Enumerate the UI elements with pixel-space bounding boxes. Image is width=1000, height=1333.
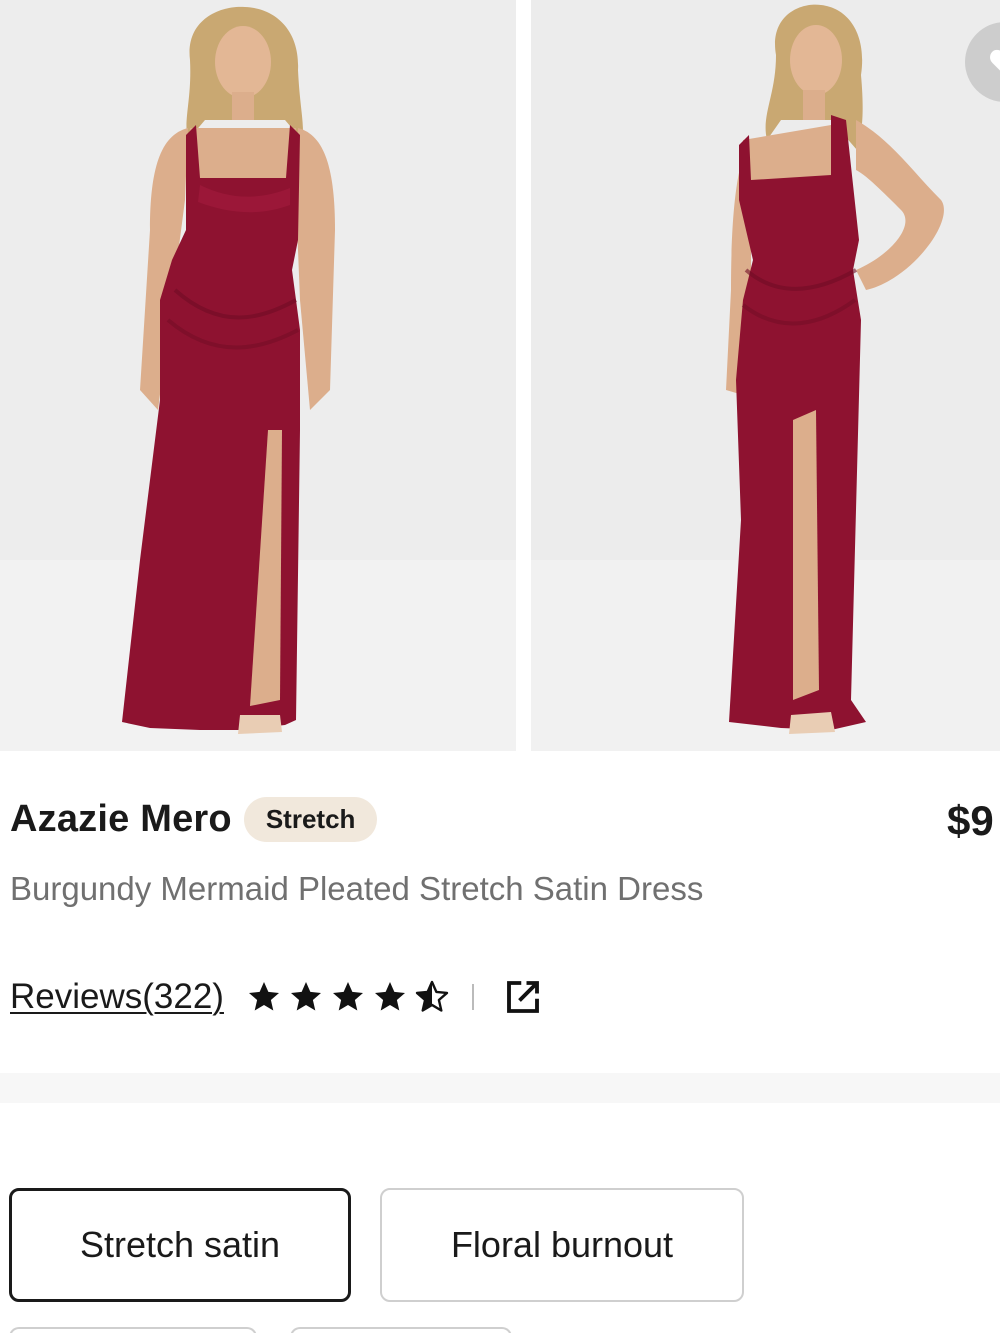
reviews-row: Reviews(322)	[10, 975, 544, 1019]
stretch-tag: Stretch	[243, 797, 378, 842]
product-image-side[interactable]	[531, 0, 1000, 751]
fabric-option-floral-burnout[interactable]: Floral burnout	[380, 1188, 744, 1302]
half-star-icon	[415, 980, 449, 1012]
brand-row: Azazie Mero Stretch	[10, 797, 378, 842]
rating-stars	[246, 979, 450, 1015]
product-title: Burgundy Mermaid Pleated Stretch Satin D…	[10, 870, 704, 907]
option-button-partial[interactable]	[9, 1327, 257, 1333]
divider	[471, 984, 474, 1010]
fabric-option-label: Stretch satin	[79, 1224, 281, 1265]
star-icon	[290, 982, 321, 1011]
product-image-front[interactable]	[0, 0, 516, 751]
fabric-option-stretch-satin[interactable]: Stretch satin	[9, 1188, 351, 1302]
heart-icon	[990, 49, 1000, 71]
section-divider	[0, 1073, 1000, 1103]
star-icon	[332, 982, 363, 1011]
image-gallery[interactable]	[0, 0, 1000, 751]
reviews-link[interactable]: Reviews(322)	[10, 977, 224, 1017]
share-external-icon[interactable]	[502, 976, 544, 1018]
product-price: $9	[947, 797, 994, 844]
star-icon	[248, 982, 279, 1011]
fabric-option-label: Floral burnout	[450, 1224, 674, 1265]
brand-name: Azazie Mero	[10, 798, 232, 840]
star-icon	[374, 982, 405, 1011]
option-button-partial[interactable]	[290, 1327, 512, 1333]
